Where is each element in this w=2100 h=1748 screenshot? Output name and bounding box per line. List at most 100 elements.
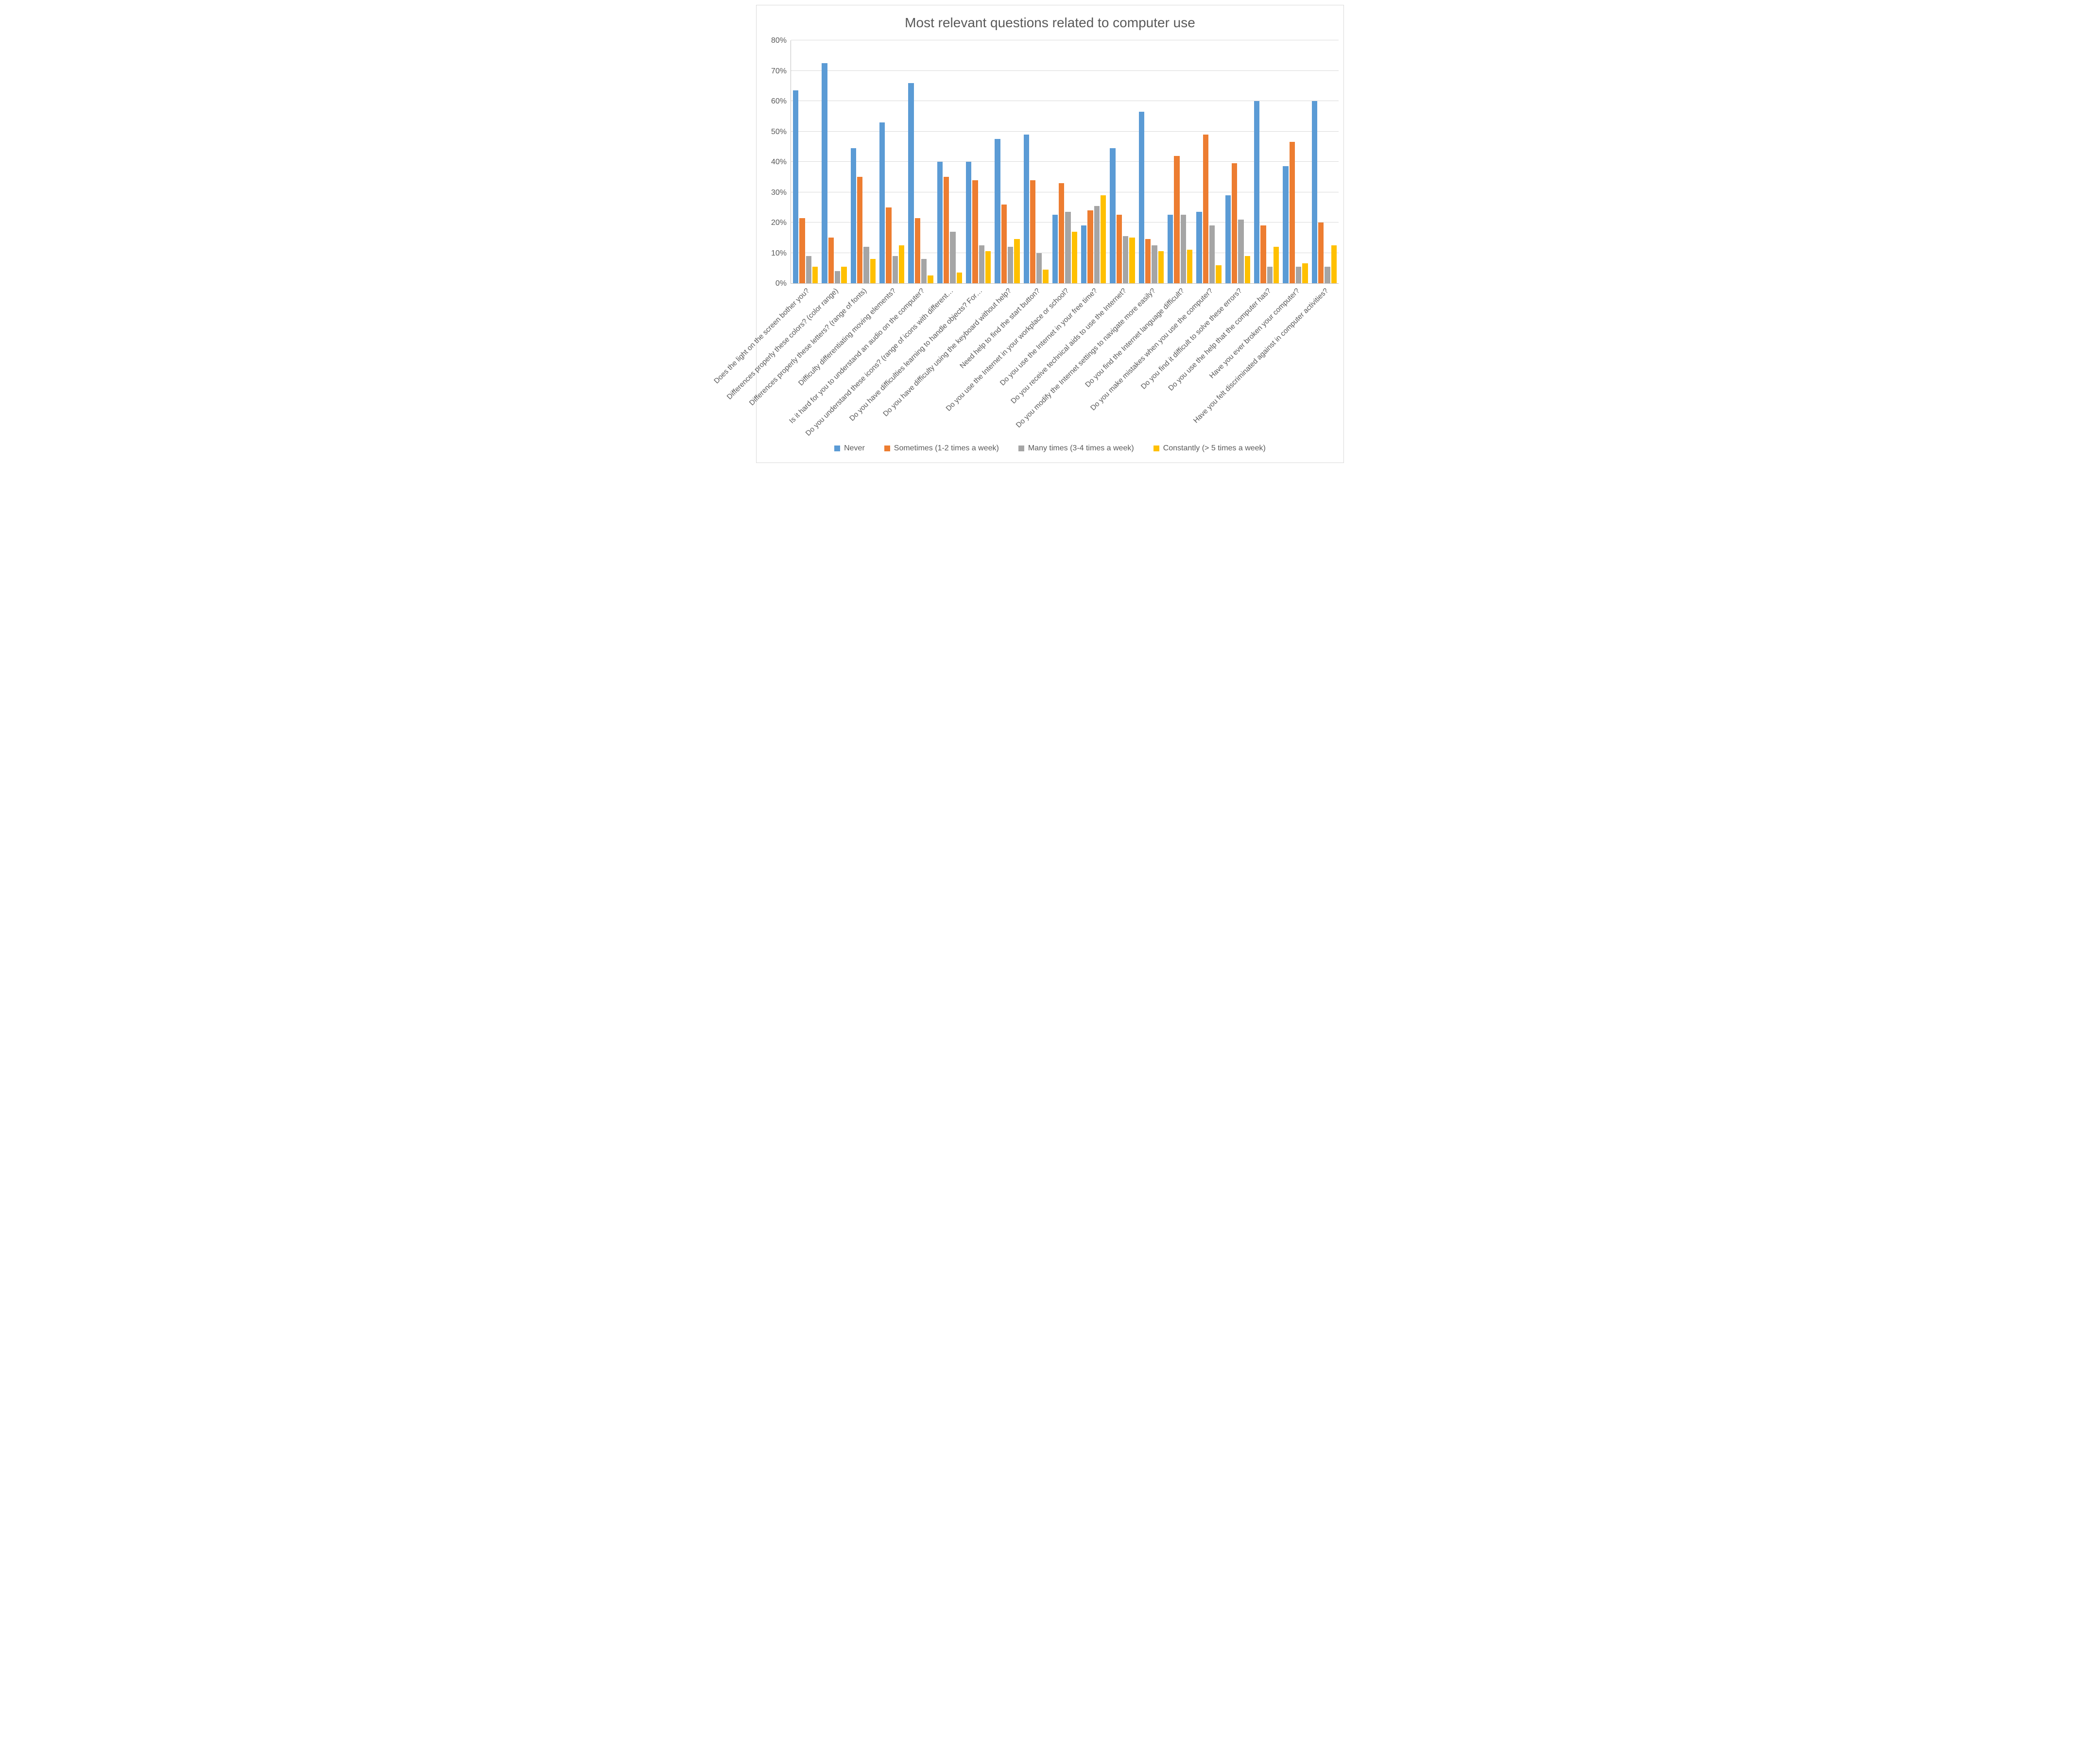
legend-item: Never [834, 444, 865, 453]
bar [1325, 267, 1330, 283]
bar [957, 273, 962, 283]
y-tick-label: 0% [775, 279, 787, 288]
y-tick-label: 50% [771, 128, 787, 137]
bar-group [1050, 40, 1079, 283]
bar [908, 83, 913, 284]
bar [1139, 112, 1144, 283]
bar [966, 162, 971, 283]
bar [995, 139, 1000, 283]
bar [1081, 225, 1086, 283]
bar [1187, 250, 1192, 283]
bar [1030, 180, 1035, 284]
bar [1101, 195, 1106, 283]
bar [812, 267, 818, 283]
bar [1296, 267, 1301, 283]
bar-group [1194, 40, 1223, 283]
bar [944, 177, 949, 283]
bar [928, 275, 933, 283]
bar [972, 180, 978, 284]
bar [1110, 148, 1115, 283]
bar-group [906, 40, 935, 283]
bar [886, 207, 891, 283]
bar [1158, 251, 1164, 283]
bar [1059, 183, 1064, 283]
bar-group [1166, 40, 1194, 283]
bar [851, 148, 856, 283]
bar [1245, 256, 1250, 283]
bar [1209, 225, 1215, 283]
legend-swatch [884, 446, 890, 451]
bar-group [1252, 40, 1281, 283]
bar [1094, 206, 1100, 283]
bar [879, 122, 885, 283]
legend-swatch [1153, 446, 1159, 451]
bar [1331, 245, 1337, 283]
bar [1174, 156, 1179, 284]
bar [1014, 239, 1019, 283]
bar [822, 63, 827, 283]
bar [1072, 232, 1077, 283]
bar [799, 218, 805, 283]
legend-label: Sometimes (1-2 times a week) [894, 444, 999, 453]
y-tick-label: 40% [771, 158, 787, 167]
plot-row: 0%10%20%30%40%50%60%70%80% [761, 40, 1339, 284]
legend-item: Many times (3-4 times a week) [1018, 444, 1134, 453]
bar-group [1079, 40, 1108, 283]
y-axis: 0%10%20%30%40%50%60%70%80% [761, 40, 791, 284]
bar [1274, 247, 1279, 283]
bar-group [935, 40, 964, 283]
bar [1181, 215, 1186, 283]
bar [1225, 195, 1231, 283]
bar [806, 256, 811, 283]
bar-group [993, 40, 1021, 283]
bar [979, 245, 984, 283]
chart-container: Most relevant questions related to compu… [756, 5, 1344, 463]
bar [857, 177, 862, 283]
legend-item: Sometimes (1-2 times a week) [884, 444, 999, 453]
bar [1318, 223, 1324, 283]
bar [1216, 265, 1221, 284]
bar [841, 267, 846, 283]
bar-group [1223, 40, 1252, 283]
bar [1152, 245, 1157, 283]
bar [1123, 236, 1128, 283]
bar [915, 218, 920, 283]
bar [1302, 263, 1308, 283]
bar [1168, 215, 1173, 283]
bar [1087, 210, 1093, 283]
bar-group [1108, 40, 1136, 283]
y-tick-label: 10% [771, 249, 787, 258]
bar [793, 90, 798, 283]
bar-group [964, 40, 993, 283]
bar-group [849, 40, 878, 283]
bar [921, 259, 927, 283]
bar [1024, 135, 1029, 283]
bar-group [1137, 40, 1166, 283]
bar [1290, 142, 1295, 283]
bar [1036, 253, 1042, 284]
legend-swatch [834, 446, 840, 451]
chart-title: Most relevant questions related to compu… [761, 15, 1339, 31]
bar [1043, 270, 1048, 283]
bar [1203, 135, 1208, 283]
y-tick-label: 80% [771, 36, 787, 45]
bar [950, 232, 955, 283]
bar [835, 271, 840, 283]
bar-group [791, 40, 820, 283]
bar [870, 259, 876, 283]
y-tick-label: 70% [771, 67, 787, 76]
bar [828, 238, 834, 283]
y-tick-label: 20% [771, 219, 787, 227]
legend: Never Sometimes (1-2 times a week) Many ti… [761, 444, 1339, 453]
bar-group [820, 40, 848, 283]
legend-swatch [1018, 446, 1024, 451]
bar [1232, 163, 1237, 283]
bar [1052, 215, 1058, 283]
bar [1065, 212, 1070, 283]
x-tick: Have you felt discriminated against in c… [1310, 284, 1339, 439]
y-tick-label: 60% [771, 97, 787, 106]
legend-label: Constantly (> 5 times a week) [1163, 444, 1266, 453]
bar-group [1281, 40, 1309, 283]
bar [1196, 212, 1202, 283]
bar [1145, 239, 1151, 283]
